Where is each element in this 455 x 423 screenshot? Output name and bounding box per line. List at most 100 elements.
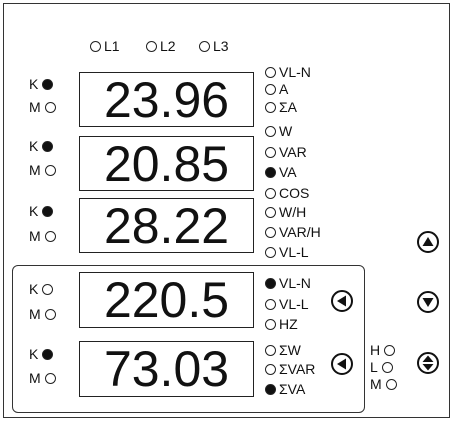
unit-label: COS: [279, 185, 310, 201]
display-value: 28.22: [103, 197, 230, 254]
lower-unit-1: VL-N: [265, 276, 311, 290]
lower-unit-5: ΣVAR: [265, 362, 315, 376]
display-3: 28.22: [79, 198, 254, 253]
led-indicator: [265, 383, 276, 395]
unit-label: VL-N: [279, 64, 311, 80]
phase-label: L3: [213, 38, 229, 54]
upper-unit-8: W/H: [265, 205, 306, 219]
lower-unit-4: ΣW: [265, 343, 301, 357]
led-indicator: [265, 344, 276, 356]
hlm-label: M: [370, 376, 382, 392]
phase-led-l3: L3: [199, 39, 229, 53]
unit-label: ΣA: [279, 99, 297, 115]
k-indicator-2: K: [29, 138, 54, 154]
upper-unit-3: ΣA: [265, 100, 297, 114]
led-indicator: [42, 283, 54, 295]
unit-label: ΣVAR: [279, 361, 316, 377]
k-label: K: [29, 203, 39, 219]
unit-label: VL-N: [279, 275, 311, 291]
led-indicator: [44, 164, 56, 176]
m-label: M: [29, 162, 41, 178]
upper-unit-5: VAR: [265, 145, 307, 159]
unit-label: VL-L: [279, 296, 309, 312]
m-label: M: [29, 228, 41, 244]
upper-unit-1: VL-N: [265, 65, 311, 79]
led-indicator: [265, 277, 276, 289]
unit-label: VAR/H: [279, 224, 321, 240]
display-2: 20.85: [79, 136, 254, 191]
phase-led-l1: L1: [90, 39, 120, 53]
upper-unit-4: W: [265, 124, 292, 138]
upper-unit-10: VL-L: [265, 245, 309, 259]
phase-label: L2: [160, 38, 176, 54]
left-arrow-button-1[interactable]: [331, 290, 353, 312]
unit-label: ΣW: [279, 342, 301, 358]
led-indicator: [42, 205, 54, 217]
led-indicator: [265, 246, 276, 258]
k-label: K: [29, 76, 39, 92]
hlm-indicator-3: M: [370, 377, 397, 391]
unit-label: VL-L: [279, 244, 309, 260]
led-indicator: [44, 101, 56, 113]
led-indicator: [384, 344, 396, 356]
display-value: 20.85: [103, 135, 230, 192]
led-indicator: [42, 348, 54, 360]
unit-label: HZ: [279, 316, 298, 332]
k-label: K: [29, 281, 39, 297]
m-label: M: [29, 370, 41, 386]
lower-unit-6: ΣVA: [265, 382, 305, 396]
upper-unit-6: VA: [265, 165, 297, 179]
left-arrow-icon: [337, 358, 346, 370]
led-indicator: [265, 101, 276, 113]
led-indicator: [265, 125, 276, 137]
m-label: M: [29, 99, 41, 115]
m-indicator-4: M: [29, 307, 56, 321]
led-indicator: [265, 187, 276, 199]
led-indicator: [44, 308, 56, 320]
led-indicator: [44, 230, 56, 242]
led-indicator: [265, 146, 276, 158]
display-1: 23.96: [79, 72, 254, 127]
unit-label: A: [279, 81, 289, 97]
led-indicator: [265, 298, 276, 310]
lower-display-group: [12, 265, 365, 413]
led-indicator: [146, 40, 157, 52]
led-indicator: [265, 363, 276, 375]
lower-unit-2: VL-L: [265, 297, 309, 311]
up-arrow-icon: [422, 237, 434, 246]
down-arrow-button[interactable]: [417, 291, 439, 313]
m-indicator-3: M: [29, 229, 56, 243]
led-indicator: [385, 378, 397, 390]
led-indicator: [265, 226, 276, 238]
k-label: K: [29, 138, 39, 154]
down-arrow-icon: [422, 298, 434, 307]
k-label: K: [29, 346, 39, 362]
hlm-indicator-2: L: [370, 360, 393, 374]
k-indicator-1: K: [29, 76, 54, 92]
led-indicator: [265, 318, 276, 330]
led-indicator: [42, 140, 54, 152]
lower-unit-3: HZ: [265, 317, 298, 331]
unit-label: W: [279, 123, 293, 139]
m-label: M: [29, 306, 41, 322]
upper-unit-7: COS: [265, 186, 309, 200]
up-down-arrow-icon: [422, 355, 434, 371]
unit-label: ΣVA: [279, 381, 306, 397]
unit-label: VA: [279, 164, 297, 180]
led-indicator: [42, 78, 54, 90]
unit-label: VAR: [279, 144, 307, 160]
led-indicator: [265, 206, 276, 218]
left-arrow-button-2[interactable]: [331, 353, 353, 375]
m-indicator-5: M: [29, 371, 56, 385]
m-indicator-1: M: [29, 100, 56, 114]
phase-led-l2: L2: [146, 39, 176, 53]
up-arrow-button[interactable]: [417, 231, 439, 253]
led-indicator: [265, 83, 276, 95]
hlm-label: H: [370, 342, 381, 358]
up-down-arrow-button[interactable]: [417, 352, 439, 374]
k-indicator-3: K: [29, 203, 54, 219]
led-indicator: [90, 40, 101, 52]
hlm-label: L: [370, 359, 378, 375]
led-indicator: [44, 372, 56, 384]
upper-unit-9: VAR/H: [265, 225, 321, 239]
